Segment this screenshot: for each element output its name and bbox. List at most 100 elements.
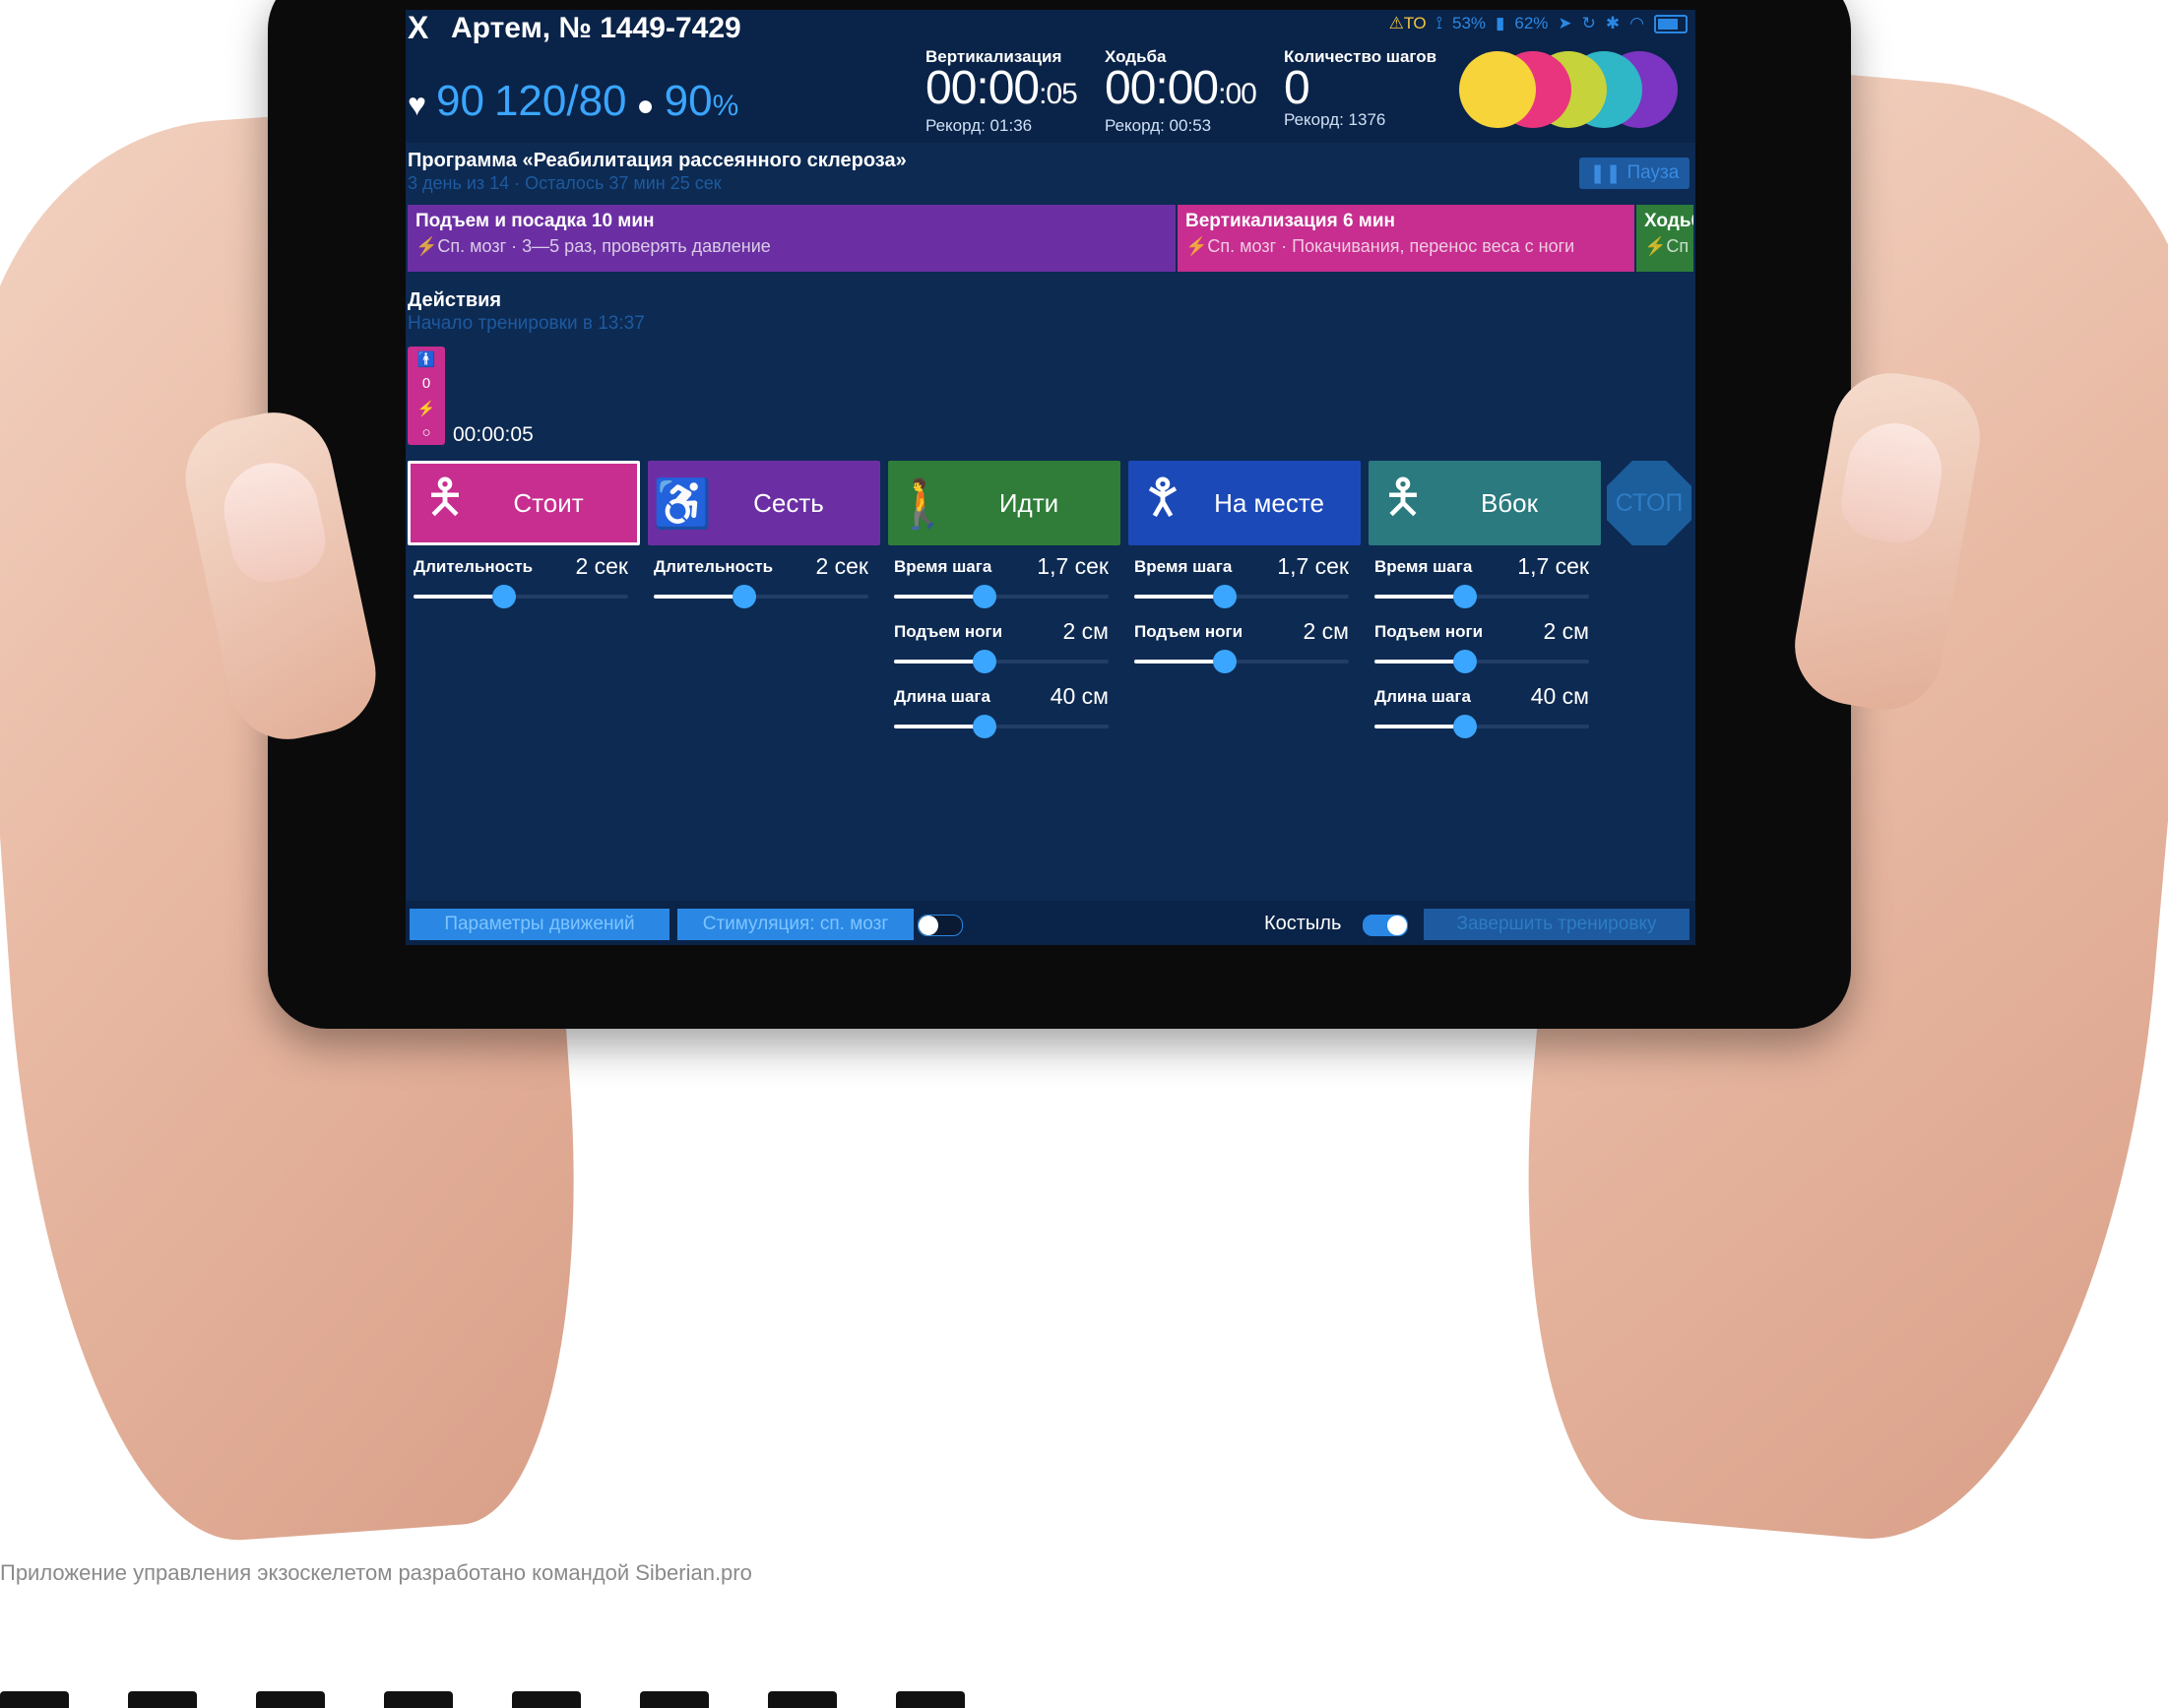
slider-fill bbox=[894, 595, 985, 599]
sit-duration-slider[interactable]: Длительность 2 сек bbox=[648, 551, 874, 612]
in-place-leg-lift-slider[interactable]: Подъем ноги 2 см bbox=[1128, 616, 1355, 677]
image-caption: Приложение управления экзоскелетом разра… bbox=[0, 1560, 752, 1585]
wifi-icon: ◠ bbox=[1629, 14, 1644, 32]
slider-track[interactable] bbox=[1374, 585, 1589, 608]
param-label: Время шага bbox=[894, 557, 992, 576]
side-step-person-icon: 🯅 bbox=[1381, 471, 1425, 524]
slider-knob[interactable] bbox=[972, 650, 996, 673]
in-place-step-time-slider[interactable]: Время шага 1,7 сек bbox=[1128, 551, 1355, 612]
slider-knob[interactable] bbox=[1212, 650, 1237, 673]
program-title: Программа «Реабилитация рассеянного скле… bbox=[408, 150, 907, 171]
slider-track[interactable] bbox=[894, 715, 1109, 738]
mode-button-in-place[interactable]: 🯆 На месте bbox=[1128, 461, 1361, 545]
walk-step-time-slider[interactable]: Время шага 1,7 сек bbox=[888, 551, 1115, 612]
walk-leg-lift-slider[interactable]: Подъем ноги 2 см bbox=[888, 616, 1115, 677]
close-button[interactable]: X bbox=[408, 10, 428, 46]
param-value: 2 сек bbox=[575, 553, 628, 579]
slider-fill bbox=[1374, 660, 1465, 664]
mode-button-side-step[interactable]: 🯅 Вбок bbox=[1369, 461, 1601, 545]
crutch-toggle[interactable] bbox=[1363, 915, 1408, 936]
steps-record: Рекорд: 1376 bbox=[1284, 110, 1386, 129]
mode-label: Вбок bbox=[1480, 487, 1539, 518]
param-label: Время шага bbox=[1134, 557, 1233, 576]
actions-title: Действия bbox=[408, 289, 502, 311]
slider-track[interactable] bbox=[1374, 715, 1589, 738]
side-leg-lift-slider[interactable]: Подъем ноги 2 см bbox=[1369, 616, 1595, 677]
pause-button[interactable]: ❚❚ Пауза bbox=[1579, 158, 1690, 189]
mode-button-sit[interactable]: ♿ Сесть bbox=[648, 461, 880, 545]
stimulation-toggle[interactable] bbox=[918, 915, 963, 936]
program-timeline: Подъем и посадка 10 мин ⚡Сп. мозг · 3—5 … bbox=[408, 205, 1693, 272]
finish-training-button[interactable]: Завершить тренировку bbox=[1424, 909, 1690, 940]
param-value: 1,7 сек bbox=[1277, 553, 1349, 579]
blood-drop-icon: ● bbox=[636, 90, 655, 122]
patient-name: Артем, № 1449-7429 bbox=[451, 12, 741, 44]
slider-track[interactable] bbox=[1374, 650, 1589, 673]
vitals: ♥ 90 120/80 ● 90% bbox=[408, 77, 738, 126]
mode-label: Идти bbox=[998, 487, 1059, 518]
slider-fill bbox=[894, 660, 985, 664]
verticalization-record: Рекорд: 01:36 bbox=[925, 116, 1033, 135]
param-label: Подъем ноги bbox=[1134, 622, 1243, 641]
stand-duration-slider[interactable]: Длительность 2 сек bbox=[408, 551, 634, 612]
segment-detail: ⚡Сп. мозг · Покачивания, перенос веса с … bbox=[1185, 236, 1575, 256]
param-value: 2 сек bbox=[815, 553, 868, 579]
stop-button[interactable]: СТОП bbox=[1607, 461, 1691, 545]
stepping-person-icon: 🯆 bbox=[1141, 471, 1184, 524]
crutch-battery-value: 53% bbox=[1451, 14, 1487, 32]
verticalization-metric: Вертикализация 00:00:05 Рекорд: 01:36 bbox=[925, 47, 1078, 136]
slider-knob[interactable] bbox=[1452, 650, 1477, 673]
saturation-number: 90 bbox=[664, 77, 713, 125]
mode-buttons: 🯅 Стоит ♿ Сесть 🚶 Идти 🯆 На месте 🯅 Вбок… bbox=[408, 461, 1693, 545]
mode-label: Сесть bbox=[753, 487, 824, 518]
stimulation-button[interactable]: Стимуляция: сп. мозг bbox=[677, 909, 914, 940]
slider-knob[interactable] bbox=[1212, 585, 1237, 608]
slider-track[interactable] bbox=[894, 585, 1109, 608]
mode-button-standing[interactable]: 🯅 Стоит bbox=[408, 461, 640, 545]
motion-params-button[interactable]: Параметры движений bbox=[410, 909, 670, 940]
side-step-length-slider[interactable]: Длина шага 40 см bbox=[1369, 681, 1595, 742]
steps-count: 0 bbox=[1284, 62, 1310, 114]
slider-knob[interactable] bbox=[491, 585, 516, 608]
segment-title: Подъем и посадка 10 мин bbox=[415, 211, 655, 231]
walking-person-icon: 🚶 bbox=[893, 477, 952, 531]
slider-track[interactable] bbox=[654, 585, 868, 608]
tablet-device: X Артем, № 1449-7429 ⚠ТО ⟟ 53% ▮ 62% ➤ ↻… bbox=[268, 0, 1851, 1029]
slider-track[interactable] bbox=[1134, 650, 1349, 673]
slider-knob[interactable] bbox=[972, 585, 996, 608]
walk-step-length-slider[interactable]: Длина шага 40 см bbox=[888, 681, 1115, 742]
slider-fill bbox=[654, 595, 744, 599]
progress-circle bbox=[1459, 51, 1536, 128]
param-value: 1,7 сек bbox=[1517, 553, 1589, 579]
param-value: 2 см bbox=[1543, 618, 1590, 644]
timeline-segment-verticalization[interactable]: Вертикализация 6 мин ⚡Сп. мозг · Покачив… bbox=[1178, 205, 1634, 272]
slider-fill bbox=[1374, 725, 1465, 728]
slider-knob[interactable] bbox=[1452, 585, 1477, 608]
mode-button-walk[interactable]: 🚶 Идти bbox=[888, 461, 1120, 545]
exo-battery-value: 62% bbox=[1514, 14, 1549, 32]
param-value: 2 см bbox=[1062, 618, 1110, 644]
cropped-heading bbox=[0, 1691, 1024, 1708]
slider-track[interactable] bbox=[1134, 585, 1349, 608]
slider-knob[interactable] bbox=[972, 715, 996, 738]
param-label: Подъем ноги bbox=[894, 622, 1003, 641]
standing-person-icon: 🯅 bbox=[423, 471, 467, 524]
header-bar: X Артем, № 1449-7429 ⚠ТО ⟟ 53% ▮ 62% ➤ ↻… bbox=[406, 10, 1695, 143]
slider-knob[interactable] bbox=[1452, 715, 1477, 738]
slider-knob[interactable] bbox=[732, 585, 756, 608]
saturation-value: 90% bbox=[665, 77, 739, 126]
slider-track[interactable] bbox=[894, 650, 1109, 673]
saturation-unit: % bbox=[712, 90, 739, 122]
slider-fill bbox=[414, 595, 504, 599]
side-step-time-slider[interactable]: Время шага 1,7 сек bbox=[1369, 551, 1595, 612]
slider-track[interactable] bbox=[414, 585, 628, 608]
timeline-segment-lift-and-sit[interactable]: Подъем и посадка 10 мин ⚡Сп. мозг · 3—5 … bbox=[408, 205, 1176, 272]
pulse-value: 90 bbox=[436, 77, 484, 125]
crutch-label: Костыль bbox=[1264, 913, 1342, 934]
toggle-knob bbox=[1387, 916, 1407, 935]
segment-detail: ⚡Сп bbox=[1644, 236, 1690, 256]
action-marker[interactable]: 🚹 0 ⚡ ○ bbox=[408, 347, 445, 445]
pressure-value: 120/80 bbox=[493, 77, 627, 125]
timeline-segment-walking[interactable]: Ходьба ⚡Сп bbox=[1636, 205, 1693, 272]
verticalization-time-seconds: :05 bbox=[1039, 78, 1078, 110]
